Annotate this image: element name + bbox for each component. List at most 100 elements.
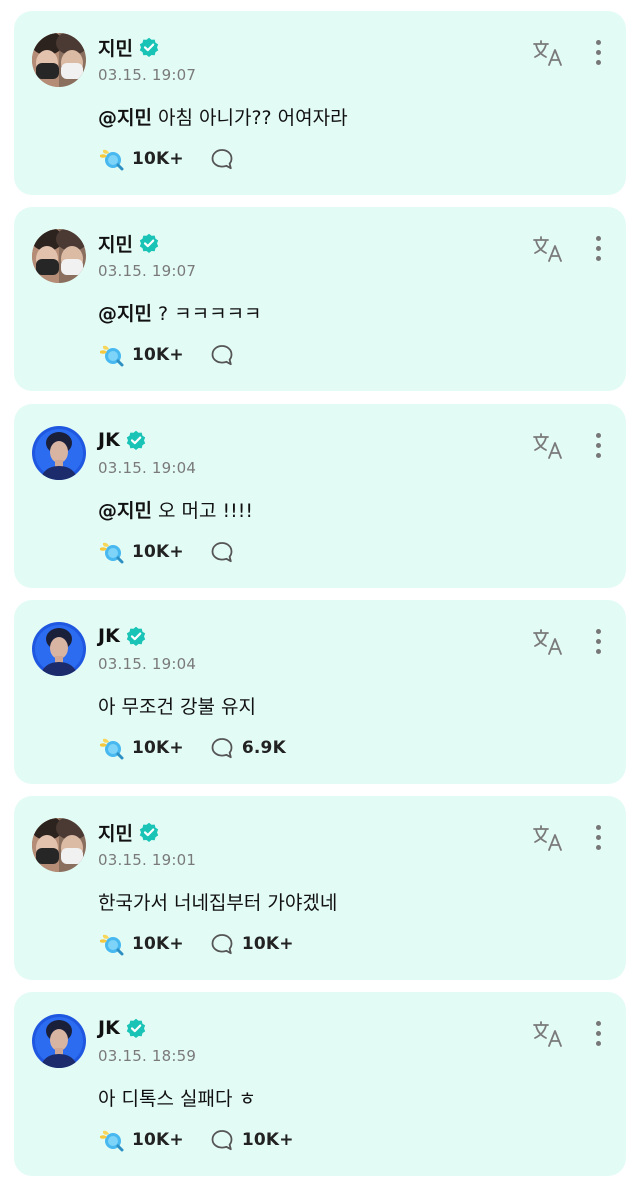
more-dot-icon <box>596 433 601 438</box>
author-row: JK <box>98 428 146 452</box>
like-emoji-icon <box>100 149 124 171</box>
mention-link[interactable]: @지민 <box>98 500 152 522</box>
more-dot-icon <box>596 246 601 251</box>
translate-button[interactable] <box>532 432 564 460</box>
post-body: 아 디톡스 실패다 ㅎ <box>98 1088 256 1110</box>
timestamp: 03.15. 19:01 <box>98 851 197 869</box>
post-card[interactable]: 지민 03.15. 19:07 @지민 아침 아니가?? 어여자라 10K+ <box>14 11 626 195</box>
like-button[interactable]: 10K+ <box>98 736 184 760</box>
post-card[interactable]: 지민 03.15. 19:01 한국가서 너네집부터 가야겠네 10K+ 10K… <box>14 796 626 980</box>
avatar[interactable] <box>32 426 86 480</box>
more-dot-icon <box>596 1041 601 1046</box>
like-emoji-icon <box>100 1130 124 1152</box>
mention-link[interactable]: @지민 <box>98 107 152 129</box>
more-dot-icon <box>596 845 601 850</box>
comment-bubble-icon <box>211 542 233 563</box>
translate-icon <box>533 433 562 459</box>
verified-badge-icon <box>139 37 159 57</box>
more-options-button[interactable] <box>584 430 612 462</box>
like-count: 10K+ <box>132 934 184 954</box>
author-name[interactable]: 지민 <box>98 34 133 61</box>
action-row: 10K+ 10K+ <box>98 931 320 957</box>
author-row: 지민 <box>98 819 159 846</box>
like-button[interactable]: 10K+ <box>98 932 184 956</box>
post-text: 한국가서 너네집부터 가야겠네 <box>98 888 337 915</box>
comment-button[interactable]: 10K+ <box>210 933 294 955</box>
timestamp: 03.15. 19:07 <box>98 262 197 280</box>
author-row: JK <box>98 1016 146 1040</box>
translate-button[interactable] <box>532 235 564 263</box>
like-button[interactable]: 10K+ <box>98 540 184 564</box>
comment-button[interactable] <box>210 541 242 563</box>
verified-badge-icon <box>139 822 159 842</box>
action-row: 10K+ 10K+ <box>98 1127 320 1153</box>
more-dot-icon <box>596 60 601 65</box>
like-count: 10K+ <box>132 345 184 365</box>
like-button[interactable]: 10K+ <box>98 147 184 171</box>
comment-bubble-icon <box>211 149 233 170</box>
translate-button[interactable] <box>532 39 564 67</box>
action-row: 10K+ <box>98 146 268 172</box>
action-row: 10K+ 6.9K <box>98 735 312 761</box>
post-body: ? ㅋㅋㅋㅋㅋ <box>151 303 262 325</box>
like-count: 10K+ <box>132 149 184 169</box>
translate-icon <box>533 40 562 66</box>
timestamp: 03.15. 18:59 <box>98 1047 197 1065</box>
like-button[interactable]: 10K+ <box>98 1128 184 1152</box>
translate-button[interactable] <box>532 824 564 852</box>
post-body: 한국가서 너네집부터 가야겠네 <box>98 892 338 914</box>
more-dot-icon <box>596 629 601 634</box>
avatar[interactable] <box>32 33 86 87</box>
avatar[interactable] <box>32 622 86 676</box>
more-dot-icon <box>596 825 601 830</box>
post-card[interactable]: JK 03.15. 19:04 @지민 오 머고 !!!! 10K+ <box>14 404 626 588</box>
avatar[interactable] <box>32 1014 86 1068</box>
comment-count: 10K+ <box>241 934 294 954</box>
more-options-button[interactable] <box>584 1018 612 1050</box>
like-count: 10K+ <box>132 1130 184 1150</box>
like-emoji-icon <box>100 934 124 956</box>
mention-link[interactable]: @지민 <box>98 303 152 325</box>
author-name[interactable]: 지민 <box>98 819 133 846</box>
post-card[interactable]: JK 03.15. 19:04 아 무조건 강불 유지 10K+ 6.9K <box>14 600 626 784</box>
verified-badge-icon <box>126 430 145 450</box>
more-dot-icon <box>596 649 601 654</box>
avatar[interactable] <box>32 229 86 283</box>
author-name[interactable]: JK <box>98 1017 120 1039</box>
comment-button[interactable] <box>210 344 242 366</box>
like-count: 10K+ <box>132 542 184 562</box>
post-body: 아 무조건 강불 유지 <box>98 696 256 718</box>
more-dot-icon <box>596 40 601 45</box>
action-row: 10K+ <box>98 539 268 565</box>
post-body: 아침 아니가?? 어여자라 <box>151 107 348 129</box>
more-options-button[interactable] <box>584 233 612 265</box>
post-card[interactable]: 지민 03.15. 19:07 @지민 ? ㅋㅋㅋㅋㅋ 10K+ <box>14 207 626 391</box>
comment-button[interactable]: 10K+ <box>210 1129 294 1151</box>
author-name[interactable]: JK <box>98 429 120 451</box>
author-name[interactable]: JK <box>98 625 120 647</box>
more-options-button[interactable] <box>584 37 612 69</box>
like-emoji-icon <box>100 345 124 367</box>
more-dot-icon <box>596 1021 601 1026</box>
more-dot-icon <box>596 50 601 55</box>
author-name[interactable]: 지민 <box>98 230 133 257</box>
post-card[interactable]: JK 03.15. 18:59 아 디톡스 실패다 ㅎ 10K+ 10K+ <box>14 992 626 1176</box>
action-row: 10K+ <box>98 342 268 368</box>
more-options-button[interactable] <box>584 626 612 658</box>
author-row: 지민 <box>98 34 159 61</box>
post-body: 오 머고 !!!! <box>151 500 253 522</box>
post-text: @지민 ? ㅋㅋㅋㅋㅋ <box>98 299 262 326</box>
more-options-button[interactable] <box>584 822 612 854</box>
avatar[interactable] <box>32 818 86 872</box>
comment-button[interactable] <box>210 148 242 170</box>
like-button[interactable]: 10K+ <box>98 343 184 367</box>
comment-count: 10K+ <box>241 1130 294 1150</box>
translate-button[interactable] <box>532 1020 564 1048</box>
comment-button[interactable]: 6.9K <box>210 737 286 759</box>
more-dot-icon <box>596 453 601 458</box>
more-dot-icon <box>596 236 601 241</box>
comment-bubble-icon <box>211 345 233 366</box>
verified-badge-icon <box>126 626 145 646</box>
verified-badge-icon <box>139 233 159 253</box>
translate-button[interactable] <box>532 628 564 656</box>
